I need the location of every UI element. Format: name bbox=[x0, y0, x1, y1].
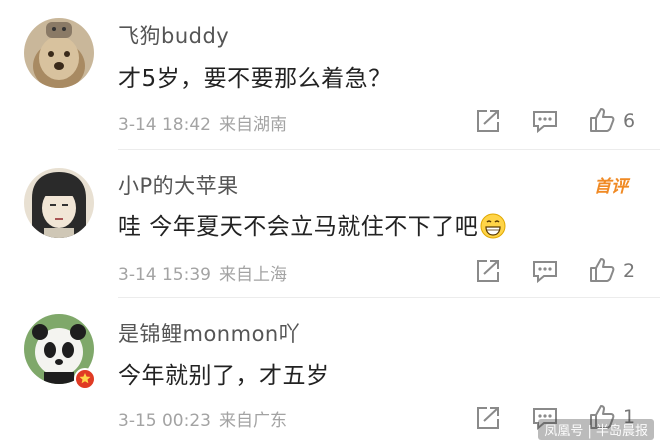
reply-comment-icon[interactable] bbox=[530, 257, 560, 285]
comment-text: 哇 今年夏天不会立马就住不下了吧 bbox=[118, 207, 506, 241]
like-count: 6 bbox=[623, 110, 636, 132]
reply-comment-icon[interactable] bbox=[530, 107, 560, 135]
comment-meta: 3-15 00:23 来自广东 bbox=[118, 406, 287, 431]
username[interactable]: 是锦鲤monmon吖 bbox=[118, 318, 300, 348]
share-icon[interactable] bbox=[473, 107, 503, 135]
comment-item: 小P的大苹果 首评 哇 今年夏天不会立马就住不下了吧 3-14 15:39 来自上… bbox=[0, 150, 660, 298]
watermark: 凤凰号 | 半岛晨报 bbox=[538, 419, 654, 440]
like-thumb-icon[interactable] bbox=[587, 256, 617, 284]
comment-location: 来自广东 bbox=[218, 411, 287, 431]
cartoon-girl-avatar-icon[interactable] bbox=[24, 168, 94, 238]
username[interactable]: 飞狗buddy bbox=[118, 20, 229, 50]
comment-time: 3-15 00:23 bbox=[118, 411, 211, 431]
comment-meta: 3-14 18:42 来自湖南 bbox=[118, 110, 287, 135]
dog-avatar-icon[interactable] bbox=[24, 18, 94, 88]
comment-item: 飞狗buddy 才5岁，要不要那么着急？ 3-14 18:42 来自湖南 6 bbox=[0, 0, 660, 148]
comment-list: 飞狗buddy 才5岁，要不要那么着急？ 3-14 18:42 来自湖南 6 小… bbox=[0, 0, 660, 446]
first-comment-badge: 首评 bbox=[594, 177, 628, 197]
grinning-emoji-icon bbox=[480, 213, 506, 239]
comment-text: 才5岁，要不要那么着急？ bbox=[118, 66, 392, 92]
comment-location: 来自湖南 bbox=[218, 115, 287, 135]
username[interactable]: 小P的大苹果 bbox=[118, 170, 239, 200]
comment-meta: 3-14 15:39 来自上海 bbox=[118, 260, 287, 285]
verified-star-icon bbox=[74, 368, 96, 390]
share-icon[interactable] bbox=[473, 404, 503, 432]
comment-location: 来自上海 bbox=[218, 265, 287, 285]
share-icon[interactable] bbox=[473, 257, 503, 285]
comment-text-content: 哇 今年夏天不会立马就住不下了吧 bbox=[118, 214, 479, 240]
comment-time: 3-14 15:39 bbox=[118, 265, 211, 285]
like-count: 2 bbox=[623, 260, 636, 282]
like-thumb-icon[interactable] bbox=[587, 106, 617, 134]
comment-text: 今年就别了，才五岁 bbox=[118, 363, 330, 389]
comment-time: 3-14 18:42 bbox=[118, 115, 211, 135]
